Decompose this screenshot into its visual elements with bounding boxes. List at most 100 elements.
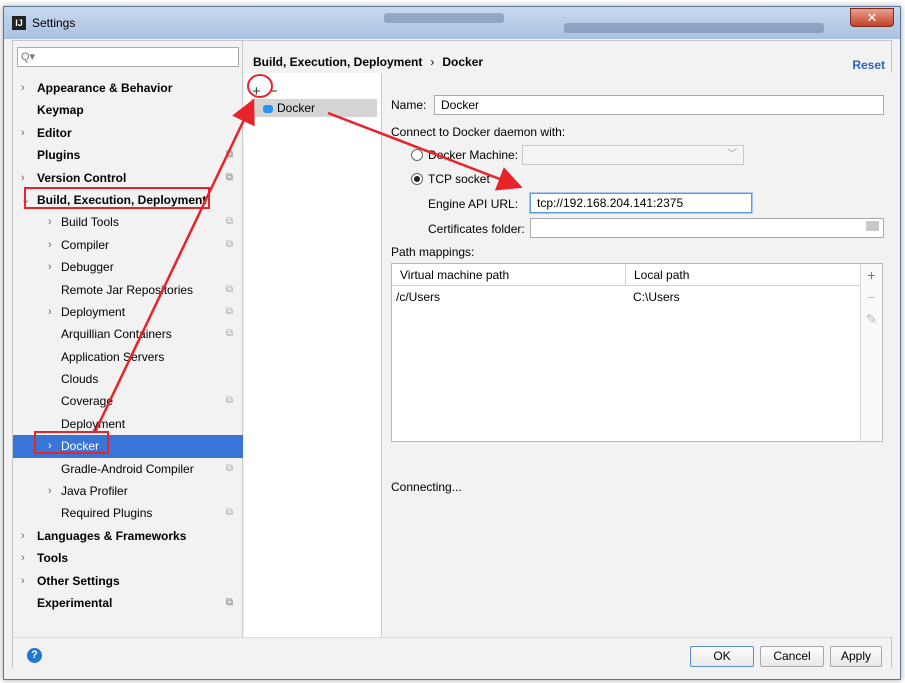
- folder-icon[interactable]: [866, 221, 879, 231]
- tree-item-label: Debugger: [61, 260, 114, 275]
- table-header: Virtual machine path Local path: [392, 264, 862, 286]
- reset-link[interactable]: Reset: [852, 58, 885, 72]
- docker-settings-form: Name: Docker Connect to Docker daemon wi…: [383, 73, 893, 637]
- tree-item[interactable]: Deployment: [13, 413, 243, 435]
- remove-icon[interactable]: −: [269, 83, 278, 100]
- title-bar[interactable]: IJ Settings ✕: [4, 7, 900, 39]
- breadcrumb: Build, Execution, Deployment › Docker: [253, 55, 483, 69]
- chevron-down-icon: ﹀: [727, 149, 737, 160]
- project-settings-icon: ⧉: [225, 328, 233, 340]
- tree-item[interactable]: › Other Settings: [13, 570, 243, 592]
- tree-item[interactable]: Experimental ⧉: [13, 592, 243, 614]
- tree-item[interactable]: ⌄ Build, Execution, Deployment: [13, 189, 243, 211]
- project-settings-icon: ⧉: [225, 507, 233, 519]
- add-mapping-icon[interactable]: +: [861, 264, 882, 286]
- breadcrumb-parent[interactable]: Build, Execution, Deployment: [253, 55, 422, 69]
- certificates-folder-label: Certificates folder:: [428, 222, 525, 236]
- chevron-right-icon[interactable]: ›: [21, 547, 31, 569]
- chevron-right-icon[interactable]: ›: [21, 122, 31, 144]
- search-input[interactable]: Q▾: [17, 47, 239, 67]
- tcp-socket-radio[interactable]: [411, 173, 423, 185]
- docker-config-item[interactable]: Docker: [251, 99, 377, 117]
- tree-item-label: Coverage: [61, 394, 114, 409]
- ok-button[interactable]: OK: [690, 646, 754, 667]
- settings-sidebar: Q▾ › Appearance & Behavior Keymap › Editor Pl…: [13, 41, 243, 637]
- name-label: Name:: [391, 98, 427, 112]
- window-title: Settings: [32, 16, 76, 30]
- tree-item[interactable]: › Appearance & Behavior: [13, 77, 243, 99]
- tree-item[interactable]: Plugins ⧉: [13, 144, 243, 166]
- tree-item-label: Other Settings: [37, 573, 120, 588]
- list-toolbar: + −: [252, 83, 286, 100]
- dialog-button-bar: ? OK Cancel Apply: [13, 637, 891, 669]
- chevron-right-icon[interactable]: ›: [21, 77, 31, 99]
- chevron-right-icon[interactable]: ›: [48, 234, 58, 256]
- chevron-right-icon[interactable]: ›: [48, 480, 58, 502]
- column-header-local-path[interactable]: Local path: [626, 264, 862, 286]
- table-row[interactable]: /c/Users C:\Users: [392, 287, 862, 307]
- project-settings-icon: ⧉: [225, 283, 233, 295]
- tree-item[interactable]: › Java Profiler: [13, 480, 243, 502]
- path-mappings-table: Virtual machine path Local path /c/Users…: [391, 263, 883, 442]
- cancel-button[interactable]: Cancel: [760, 646, 824, 667]
- tree-item[interactable]: Required Plugins ⧉: [13, 502, 243, 524]
- tree-item[interactable]: Coverage ⧉: [13, 390, 243, 412]
- tree-item[interactable]: › Compiler ⧉: [13, 234, 243, 256]
- name-field[interactable]: Docker: [434, 95, 884, 115]
- tree-item-label: Build Tools: [61, 215, 119, 230]
- tree-item[interactable]: › Docker: [13, 435, 243, 458]
- tree-item-label: Docker: [61, 439, 100, 454]
- tree-item-label: Compiler: [61, 237, 110, 252]
- remove-mapping-icon[interactable]: −: [861, 286, 882, 308]
- tree-item[interactable]: › Editor: [13, 122, 243, 144]
- docker-machine-radio[interactable]: [411, 149, 423, 161]
- tree-item[interactable]: Gradle-Android Compiler ⧉: [13, 458, 243, 480]
- tree-item-label: Build, Execution, Deployment: [37, 192, 207, 207]
- content-header: Build, Execution, Deployment › Docker Rese…: [244, 41, 893, 73]
- engine-api-url-label: Engine API URL:: [428, 197, 519, 211]
- local-path-cell: C:\Users: [633, 290, 680, 304]
- apply-button[interactable]: Apply: [830, 646, 882, 667]
- table-toolbar: + − ✎: [860, 264, 882, 441]
- tree-item[interactable]: Keymap: [13, 99, 243, 121]
- chevron-right-icon[interactable]: ›: [48, 211, 58, 233]
- tree-item-label: Deployment: [61, 304, 126, 319]
- project-settings-icon: ⧉: [225, 238, 233, 250]
- tree-item-label: Experimental: [37, 595, 113, 610]
- engine-api-url-field[interactable]: tcp://192.168.204.141:2375: [530, 193, 752, 213]
- chevron-right-icon[interactable]: ›: [21, 167, 31, 189]
- settings-window: IJ Settings ✕ Q▾ › Appearance & Behavior K…: [3, 6, 901, 680]
- certificates-folder-field[interactable]: [530, 218, 884, 238]
- chevron-right-icon[interactable]: ›: [48, 435, 58, 457]
- tree-item[interactable]: › Version Control ⧉: [13, 167, 243, 189]
- intellij-app-icon: IJ: [12, 16, 26, 30]
- tree-item[interactable]: Clouds: [13, 368, 243, 390]
- connection-status: Connecting...: [391, 480, 462, 494]
- close-window-button[interactable]: ✕: [850, 8, 894, 27]
- column-header-vm-path[interactable]: Virtual machine path: [392, 264, 626, 286]
- help-icon[interactable]: ?: [27, 648, 42, 663]
- edit-pencil-icon[interactable]: ✎: [861, 308, 882, 330]
- tree-item-label: Application Servers: [61, 349, 165, 364]
- chevron-down-icon[interactable]: ⌄: [21, 189, 31, 211]
- tree-item[interactable]: › Deployment ⧉: [13, 301, 243, 323]
- chevron-right-icon[interactable]: ›: [48, 301, 58, 323]
- chevron-right-icon[interactable]: ›: [21, 525, 31, 547]
- tree-item[interactable]: › Tools: [13, 547, 243, 569]
- tree-item[interactable]: Application Servers: [13, 346, 243, 368]
- tree-item[interactable]: › Debugger: [13, 256, 243, 278]
- add-icon[interactable]: +: [252, 83, 261, 100]
- docker-config-list: + − Docker: [244, 73, 382, 637]
- blurred-background: [564, 23, 824, 33]
- docker-machine-select[interactable]: ﹀: [522, 145, 744, 165]
- chevron-right-icon[interactable]: ›: [21, 570, 31, 592]
- tree-item-label: Plugins: [37, 148, 81, 163]
- chevron-right-icon[interactable]: ›: [48, 256, 58, 278]
- tree-item[interactable]: › Build Tools ⧉: [13, 211, 243, 233]
- tree-item[interactable]: Remote Jar Repositories ⧉: [13, 279, 243, 301]
- tree-item[interactable]: Arquillian Containers ⧉: [13, 323, 243, 345]
- tree-item-label: Arquillian Containers: [61, 327, 172, 342]
- tree-item-label: Editor: [37, 125, 72, 140]
- tree-item[interactable]: › Languages & Frameworks: [13, 525, 243, 547]
- tree-item-label: Keymap: [37, 103, 84, 118]
